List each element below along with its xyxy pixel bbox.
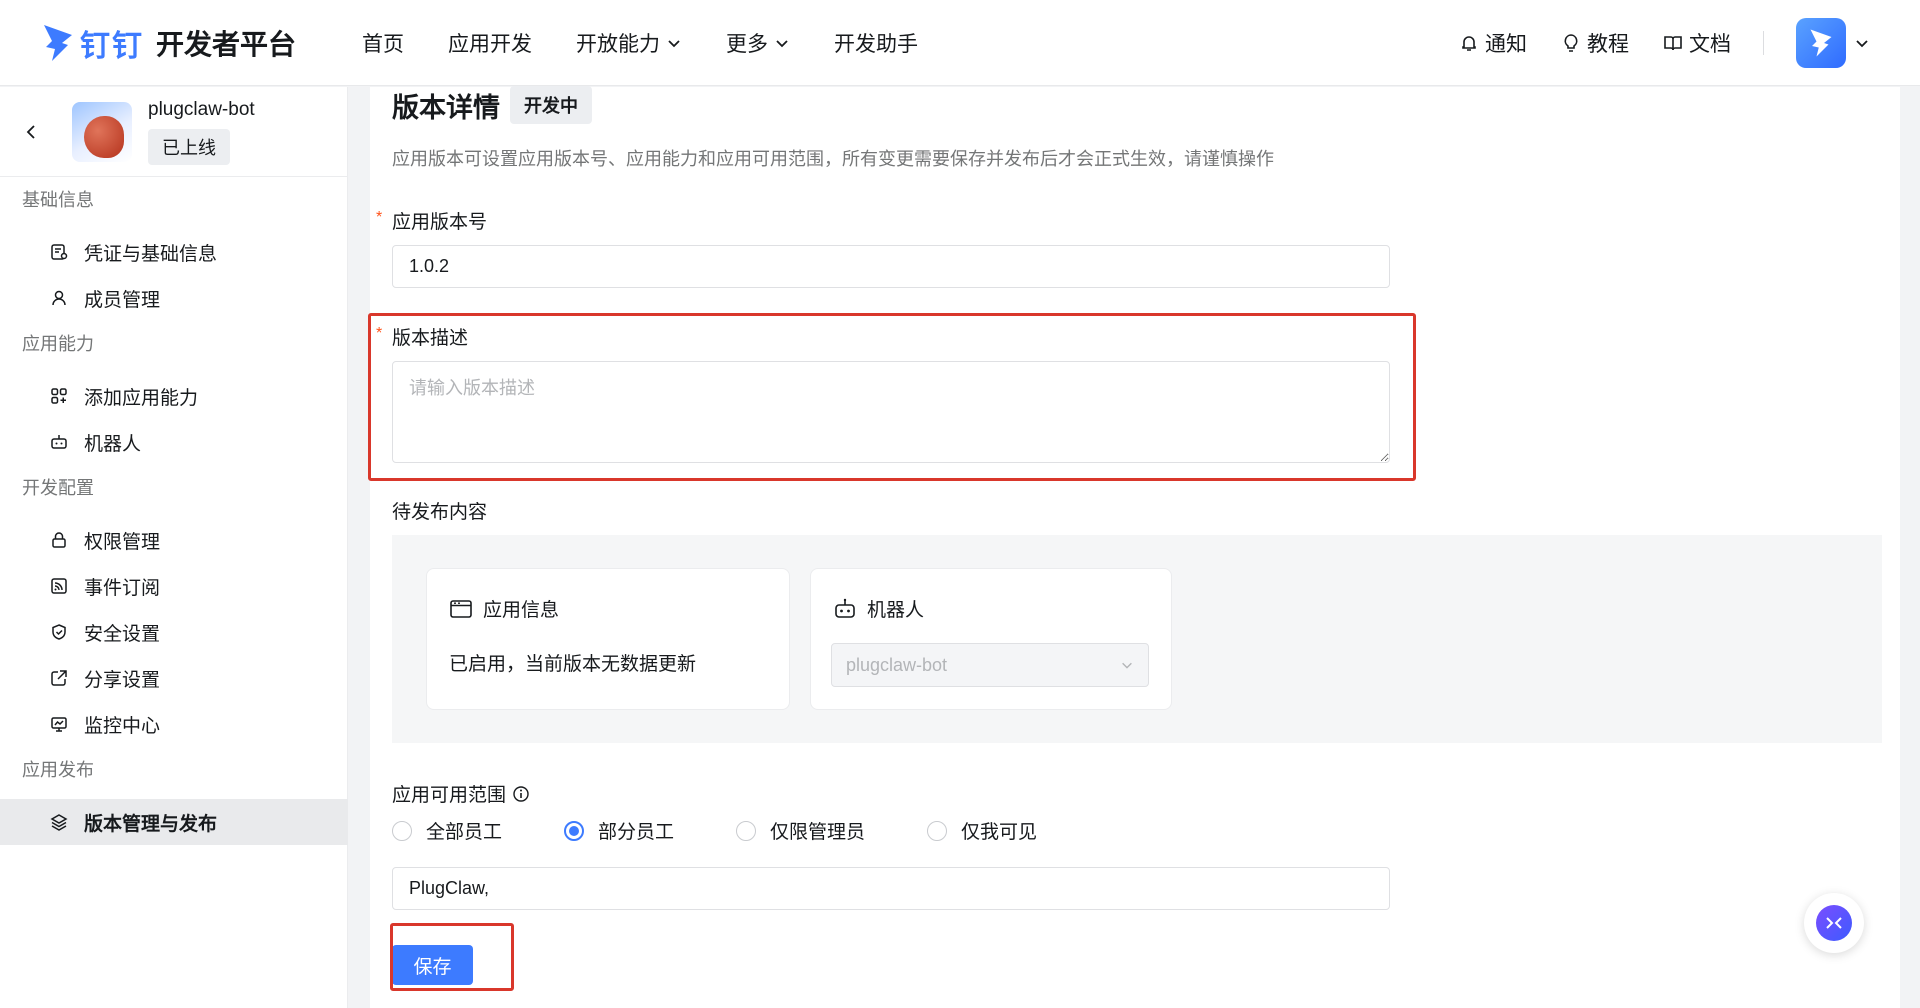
lightbulb-icon — [1564, 34, 1578, 52]
radio-only-me[interactable]: 仅我可见 — [927, 817, 1037, 844]
monitor-icon — [51, 717, 67, 732]
sidebar-item-monitor[interactable]: 监控中心 — [0, 701, 347, 747]
required-mark: * — [376, 325, 383, 342]
radio-all-staff[interactable]: 全部员工 — [392, 817, 502, 844]
app-name: plugclaw-bot — [148, 98, 255, 120]
nav-dev-assistant[interactable]: 开发助手 — [834, 28, 918, 58]
sidebar-item-credentials[interactable]: 凭证与基础信息 — [0, 229, 347, 275]
shield-icon — [52, 624, 66, 640]
scope-label: 应用可用范围 — [392, 780, 530, 807]
logo-title: 开发者平台 — [156, 28, 297, 60]
save-button[interactable]: 保存 — [392, 945, 473, 985]
card-robot: 机器人 plugclaw-bot — [810, 568, 1172, 710]
rss-icon — [51, 578, 67, 594]
scope-radio-group: 全部员工 部分员工 仅限管理员 仅我可见 — [392, 817, 1099, 844]
robot-select[interactable]: plugclaw-bot — [831, 643, 1149, 687]
scope-members-input[interactable] — [392, 867, 1390, 910]
sidebar-group-release: 应用发布 — [22, 760, 94, 780]
version-field-label: * 应用版本号 — [376, 209, 488, 233]
sidebar-item-permissions[interactable]: 权限管理 — [0, 517, 347, 563]
lock-icon — [52, 532, 66, 548]
sidebar-item-robot[interactable]: 机器人 — [0, 419, 347, 465]
window-icon — [450, 599, 472, 618]
status-badge: 已上线 — [148, 128, 230, 165]
card-title: 应用信息 — [449, 595, 559, 622]
logo[interactable]: 钉钉 开发者平台 — [40, 21, 310, 65]
page-title-row: 版本详情 开发中 — [392, 86, 592, 124]
robot-icon — [51, 435, 67, 449]
docs-button[interactable]: 文档 — [1663, 28, 1731, 58]
nav-more[interactable]: 更多 — [726, 28, 790, 58]
sidebar-item-share[interactable]: 分享设置 — [0, 655, 347, 701]
app-meta: plugclaw-bot 已上线 — [148, 99, 255, 165]
version-input[interactable] — [392, 245, 1390, 288]
header-actions: 通知 教程 文档 — [1425, 0, 1870, 86]
pending-content-label: 待发布内容 — [392, 502, 488, 523]
app-icon — [72, 101, 132, 162]
status-badge: 开发中 — [510, 86, 592, 124]
main-content: 版本详情 开发中 应用版本可设置应用版本号、应用能力和应用可用范围，所有变更需要… — [368, 86, 1900, 1008]
dingtalk-logo-icon — [1810, 29, 1832, 57]
logo-brand: 钉钉 — [80, 29, 144, 63]
desc-field-label: * 版本描述 — [376, 325, 469, 349]
credential-icon — [51, 244, 68, 260]
app-card: plugclaw-bot 已上线 — [0, 87, 347, 177]
user-icon — [52, 290, 66, 306]
sidebar-group-basic: 基础信息 — [22, 190, 94, 210]
assistant-float-button[interactable] — [1804, 893, 1864, 953]
account-menu[interactable] — [1796, 18, 1870, 68]
page-description: 应用版本可设置应用版本号、应用能力和应用可用范围，所有变更需要保存并发布后才会正… — [392, 149, 1274, 169]
card-title: 机器人 — [833, 595, 924, 622]
chevron-down-icon — [1122, 662, 1132, 669]
share-icon — [51, 670, 67, 686]
radio-circle — [736, 820, 757, 841]
sidebar-item-events[interactable]: 事件订阅 — [0, 563, 347, 609]
main-nav: 首页 应用开发 开放能力 更多 开发助手 — [362, 28, 962, 58]
radio-admin-only[interactable]: 仅限管理员 — [736, 817, 865, 844]
sidebar-item-add-capability[interactable]: 添加应用能力 — [0, 373, 347, 419]
book-icon — [1664, 36, 1682, 51]
chevron-left-icon[interactable] — [24, 124, 40, 140]
sidebar-item-security[interactable]: 安全设置 — [0, 609, 347, 655]
page-title: 版本详情 — [392, 92, 500, 123]
chevron-down-icon — [668, 39, 680, 47]
radio-partial-staff[interactable]: 部分员工 — [564, 817, 674, 844]
avatar — [1796, 18, 1846, 68]
sidebar: plugclaw-bot 已上线 基础信息 凭证与基础信息 成员管理 应用能力 … — [0, 87, 348, 1008]
radio-circle — [392, 820, 412, 841]
nav-open-capabilities[interactable]: 开放能力 — [576, 28, 682, 58]
assistant-icon — [1816, 905, 1852, 941]
radio-circle — [927, 820, 948, 841]
sidebar-group-dev-config: 开发配置 — [22, 478, 94, 498]
chevron-down-icon — [776, 39, 788, 47]
notify-button[interactable]: 通知 — [1459, 28, 1527, 58]
tutorial-button[interactable]: 教程 — [1561, 28, 1629, 58]
required-mark: * — [376, 209, 383, 226]
card-app-info: 应用信息 已启用，当前版本无数据更新 — [426, 568, 790, 710]
robot-icon — [835, 598, 855, 618]
card-text: 已启用，当前版本无数据更新 — [449, 654, 697, 675]
sidebar-item-members[interactable]: 成员管理 — [0, 275, 347, 321]
chevron-down-icon — [1856, 40, 1868, 48]
top-header: 钉钉 开发者平台 首页 应用开发 开放能力 更多 开发助手 通知 教程 文档 — [0, 0, 1920, 86]
dingtalk-logo-icon — [44, 24, 72, 61]
layers-icon — [50, 814, 68, 831]
info-icon[interactable] — [512, 785, 530, 803]
nav-app-dev[interactable]: 应用开发 — [448, 28, 532, 58]
header-divider — [1763, 31, 1764, 55]
sidebar-item-version-release[interactable]: 版本管理与发布 — [0, 799, 348, 845]
grid-plus-icon — [51, 388, 67, 404]
bell-icon — [1462, 36, 1476, 51]
nav-home[interactable]: 首页 — [362, 28, 404, 58]
version-description-textarea[interactable] — [392, 361, 1390, 463]
radio-circle — [564, 820, 585, 841]
pending-content-area: 应用信息 已启用，当前版本无数据更新 机器人 plugclaw-bot — [392, 535, 1882, 743]
sidebar-group-capabilities: 应用能力 — [22, 334, 94, 354]
